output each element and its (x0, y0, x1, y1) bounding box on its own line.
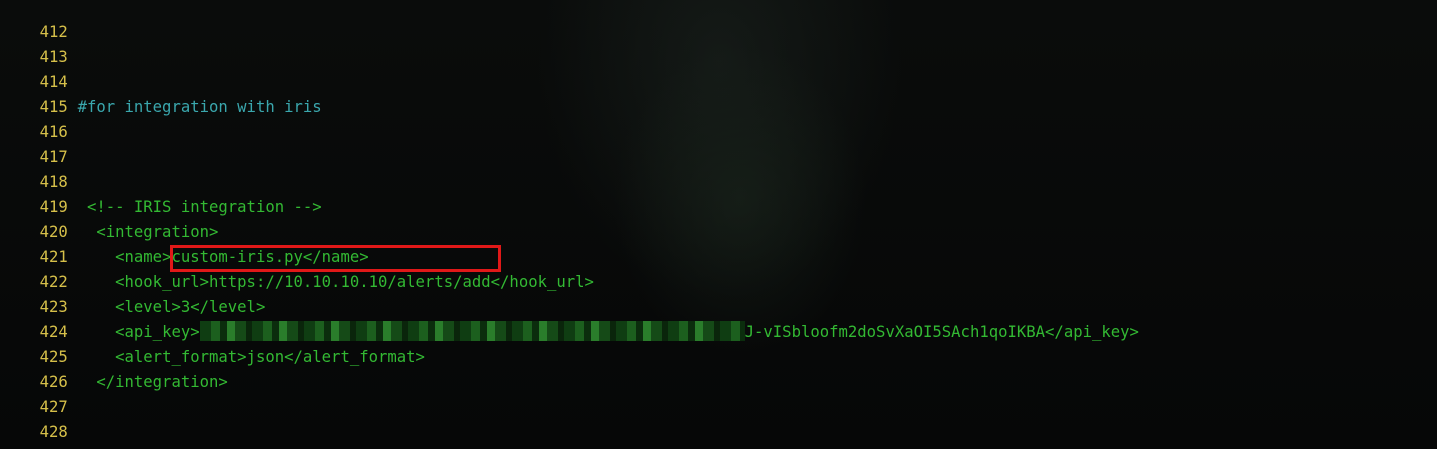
editor-line: 412 (0, 0, 78, 41)
api-key-tail: J-vISbloofm2doSvXaOI5SAch1qoIKBA</api_ke… (744, 323, 1139, 341)
editor-line: 418 (0, 145, 78, 191)
terminal-editor[interactable]: 412 413 414 415 #for integration with iri… (0, 0, 1437, 449)
editor-line: 425 <alert_format>json</alert_format> (0, 320, 425, 366)
editor-line: 414 (0, 45, 78, 91)
editor-line: 426 </integration> (0, 345, 228, 391)
editor-line: 429 (0, 420, 78, 449)
editor-line: 413 (0, 20, 78, 66)
editor-line: 428 (0, 395, 78, 441)
hook-url-highlight-box (170, 245, 501, 272)
editor-line: 416 (0, 95, 78, 141)
editor-line: 417 (0, 120, 78, 166)
editor-line: 415 #for integration with iris (0, 70, 322, 116)
editor-line: 419 <!-- IRIS integration --> (0, 170, 322, 216)
editor-line: 421 <name>custom-iris.py</name> (0, 220, 369, 266)
editor-line: 423 <level>3</level> (0, 270, 266, 316)
line-number: 429 (38, 445, 78, 449)
editor-line: 427 (0, 370, 78, 416)
code-text: </integration> (96, 373, 228, 391)
editor-line: 424 <api_key> J-vISbloofm2doSvXaOI5SAch1q… (0, 295, 1139, 341)
editor-line: 420 <integration> (0, 195, 219, 241)
code-comment: #for integration with iris (77, 98, 322, 116)
